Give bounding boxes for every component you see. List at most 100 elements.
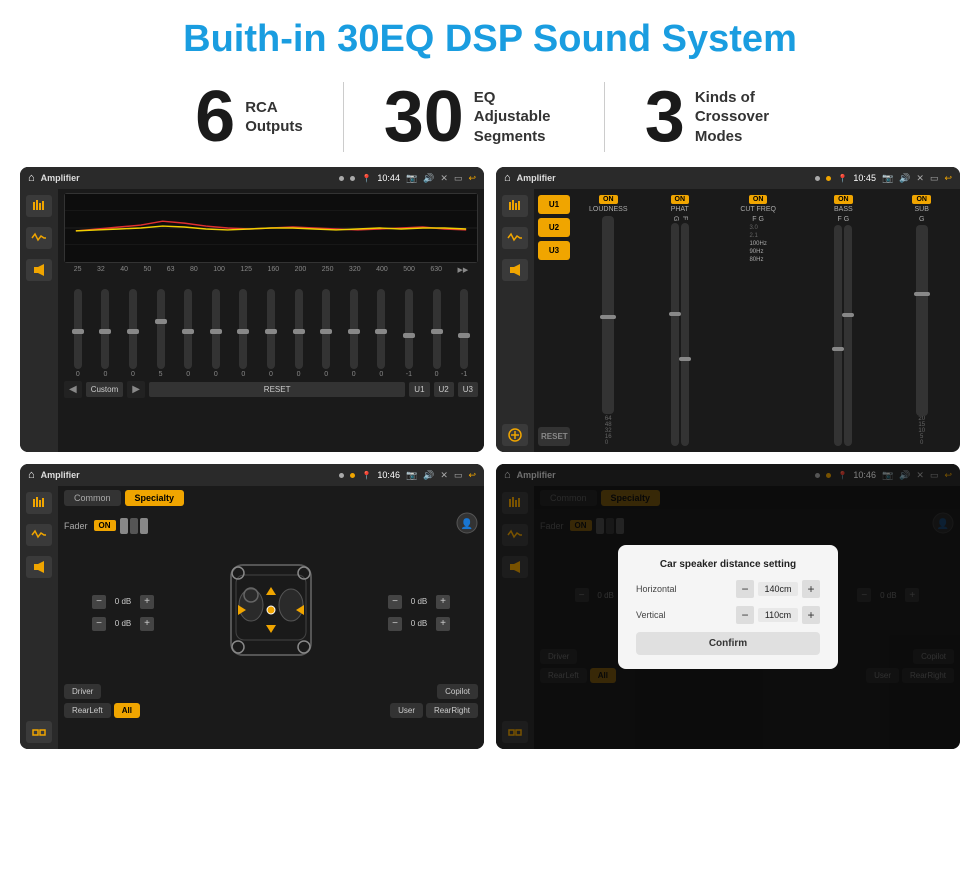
fader-bottom-btns: Driver Copilot (64, 684, 478, 699)
eq-icon[interactable] (26, 195, 52, 217)
close-icon[interactable]: ✕ (440, 173, 448, 184)
fader-tabs: Common Specialty (64, 490, 478, 506)
bass-slider-f[interactable] (834, 225, 842, 446)
screen-dialog: ⌂ Amplifier 📍 10:46 📷 🔊 ✕ ▭ ↩ (496, 464, 960, 749)
wave-icon-2[interactable] (502, 227, 528, 249)
eq-u1[interactable]: U1 (409, 382, 429, 397)
preset-u1[interactable]: U1 (538, 195, 570, 214)
slider-15[interactable]: -1 (460, 289, 468, 378)
db-minus-rl[interactable]: − (92, 617, 106, 631)
screen3-title: Amplifier (41, 470, 334, 480)
slider-14[interactable]: 0 (433, 289, 441, 378)
slider-9[interactable]: 0 (295, 289, 303, 378)
phat-slider-g[interactable] (671, 223, 679, 446)
eq-next[interactable]: ▶ (127, 381, 145, 398)
cutfreq-on[interactable]: ON (749, 195, 768, 204)
dialog-horizontal-minus[interactable]: − (736, 580, 754, 598)
sub-on[interactable]: ON (912, 195, 931, 204)
stat-text-eq: EQ AdjustableSegments (474, 88, 564, 147)
slider-4[interactable]: 5 (157, 289, 165, 378)
eq-icon-3[interactable] (26, 492, 52, 514)
eq-u2[interactable]: U2 (434, 382, 454, 397)
slider-5[interactable]: 0 (184, 289, 192, 378)
wave-icon-3[interactable] (26, 524, 52, 546)
tab-specialty[interactable]: Specialty (125, 490, 185, 506)
preset-u3[interactable]: U3 (538, 241, 570, 260)
btn-user[interactable]: User (390, 703, 423, 718)
slider-13[interactable]: -1 (405, 289, 413, 378)
slider-3[interactable]: 0 (129, 289, 137, 378)
eq-u3[interactable]: U3 (458, 382, 478, 397)
home-icon-3[interactable]: ⌂ (28, 469, 35, 481)
slider-6[interactable]: 0 (212, 289, 220, 378)
db-plus-rr[interactable]: + (436, 617, 450, 631)
dialog-vertical-plus[interactable]: + (802, 606, 820, 624)
db-plus-fl[interactable]: + (140, 595, 154, 609)
volume-icon-2: 🔊 (899, 173, 910, 184)
db-plus-fr[interactable]: + (436, 595, 450, 609)
loudness-on[interactable]: ON (599, 195, 618, 204)
home-icon[interactable]: ⌂ (28, 172, 35, 184)
back-icon-3[interactable]: ↩ (468, 470, 476, 481)
phat-on[interactable]: ON (671, 195, 690, 204)
btn-all[interactable]: All (114, 703, 140, 718)
fader-on-badge[interactable]: ON (94, 520, 116, 531)
slider-2[interactable]: 0 (101, 289, 109, 378)
cutfreq-label: CUT FREQ (740, 206, 776, 213)
db-minus-fr[interactable]: − (388, 595, 402, 609)
speaker-icon-2[interactable] (502, 259, 528, 281)
dialog-vertical-minus[interactable]: − (736, 606, 754, 624)
wave-icon[interactable] (26, 227, 52, 249)
settings-circle[interactable]: 👤 (456, 512, 478, 539)
sub-slider[interactable] (916, 225, 928, 416)
window-icon-3[interactable]: ▭ (454, 470, 463, 481)
volume-ctrl-icon[interactable] (502, 424, 528, 446)
bass-on[interactable]: ON (834, 195, 853, 204)
back-icon[interactable]: ↩ (468, 173, 476, 184)
eq-reset[interactable]: RESET (149, 382, 405, 397)
close-icon-3[interactable]: ✕ (440, 470, 448, 481)
tab-common[interactable]: Common (64, 490, 121, 506)
db-control-fr: − 0 dB + (388, 595, 450, 609)
speaker-icon-3[interactable] (26, 556, 52, 578)
dialog-confirm-button[interactable]: Confirm (636, 632, 820, 655)
db-plus-rl[interactable]: + (140, 617, 154, 631)
slider-7[interactable]: 0 (239, 289, 247, 378)
back-icon-2[interactable]: ↩ (944, 173, 952, 184)
eq-icon-2[interactable] (502, 195, 528, 217)
slider-12[interactable]: 0 (377, 289, 385, 378)
eq-prev[interactable]: ◀ (64, 381, 82, 398)
fader-main-area: Common Specialty Fader ON 👤 (58, 486, 484, 749)
window-icon-2[interactable]: ▭ (930, 173, 939, 184)
cutfreq-g: G (759, 216, 764, 223)
db-minus-fl[interactable]: − (92, 595, 106, 609)
btn-rearright[interactable]: RearRight (426, 703, 478, 718)
dialog-horizontal-row: Horizontal − 140cm + (636, 580, 820, 598)
screen3-time: 10:46 (377, 470, 400, 480)
window-icon[interactable]: ▭ (454, 173, 463, 184)
preset-u2[interactable]: U2 (538, 218, 570, 237)
slider-1[interactable]: 0 (74, 289, 82, 378)
cutfreq-f: F (752, 216, 756, 223)
bass-slider-g[interactable] (844, 225, 852, 446)
phat-slider-f[interactable] (681, 223, 689, 446)
dialog-horizontal-label: Horizontal (636, 584, 691, 594)
home-icon-2[interactable]: ⌂ (504, 172, 511, 184)
status-dot-4 (826, 176, 831, 181)
db-minus-rr[interactable]: − (388, 617, 402, 631)
eq-custom[interactable]: Custom (86, 382, 124, 397)
btn-driver[interactable]: Driver (64, 684, 101, 699)
expand-icon[interactable] (26, 721, 52, 743)
amp-reset[interactable]: RESET (538, 427, 570, 446)
speaker-icon[interactable] (26, 259, 52, 281)
slider-8[interactable]: 0 (267, 289, 275, 378)
slider-11[interactable]: 0 (350, 289, 358, 378)
btn-copilot[interactable]: Copilot (437, 684, 478, 699)
loudness-slider[interactable] (602, 216, 614, 414)
db-control-rr: − 0 dB + (388, 617, 450, 631)
eq-freq-labels: 2532405063 80100125160200 25032040050063… (64, 266, 478, 274)
slider-10[interactable]: 0 (322, 289, 330, 378)
dialog-horizontal-plus[interactable]: + (802, 580, 820, 598)
close-icon-2[interactable]: ✕ (916, 173, 924, 184)
btn-rearleft[interactable]: RearLeft (64, 703, 111, 718)
